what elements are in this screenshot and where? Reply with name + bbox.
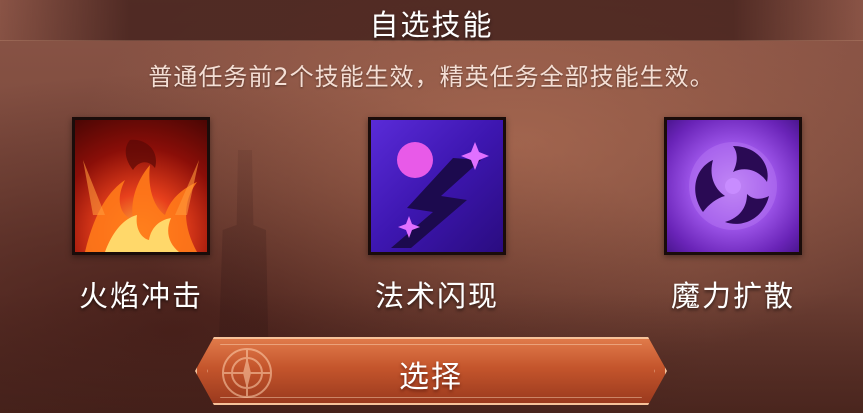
skill-icon-frame[interactable] [72,117,210,255]
skill-icon-frame[interactable] [368,117,506,255]
select-button-label: 选择 [399,360,463,395]
skill-option-arcane-blink[interactable]: 法术闪现 [366,117,508,315]
skill-option-mana-spiral[interactable]: 魔力扩散 [662,117,804,315]
dialog-title: 自选技能 [369,8,494,42]
skill-name: 火焰冲击 [78,279,203,313]
fire-blast-icon [83,139,199,252]
skill-name: 魔力扩散 [670,279,795,313]
mana-spiral-icon [689,142,777,230]
arcane-blink-icon [391,142,489,248]
skill-name: 法术闪现 [374,279,499,313]
skill-icon-frame[interactable] [664,117,802,255]
dialog-description: 普通任务前2个技能生效，精英任务全部技能生效。 [148,63,715,91]
select-button[interactable]: 选择 [195,337,667,405]
skill-option-fire-blast[interactable]: 火焰冲击 [70,117,212,315]
